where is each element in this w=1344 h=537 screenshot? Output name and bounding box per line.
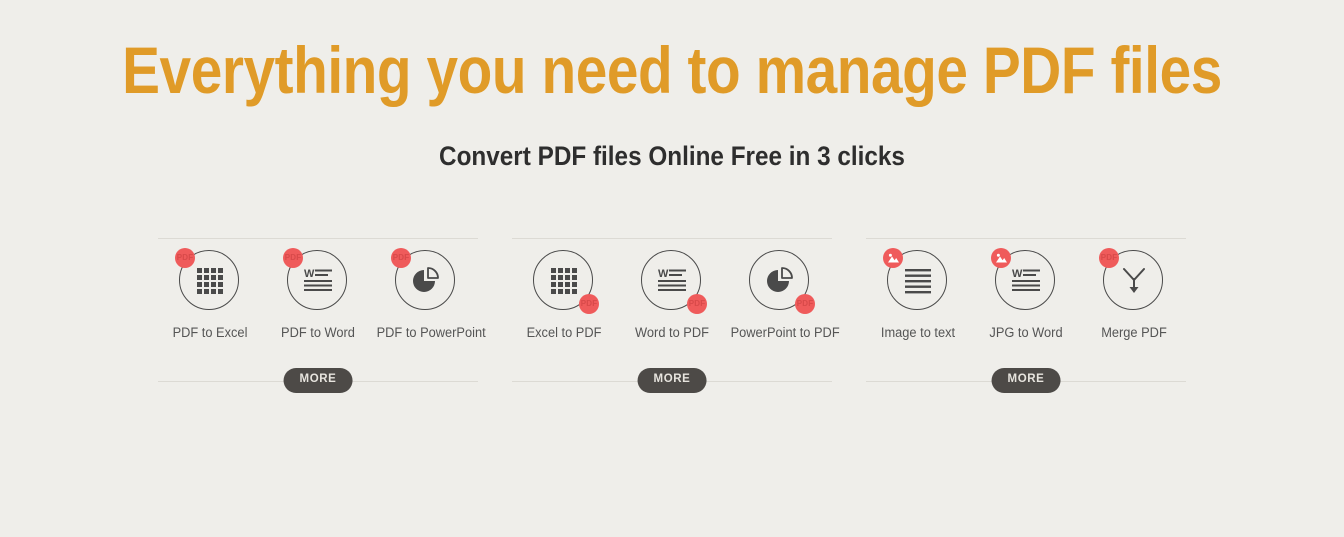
badge-label: PDF [1100,253,1118,262]
tool-icon-circle: W PDF [283,248,349,312]
page-subtitle: Convert PDF files Online Free in 3 click… [439,141,905,172]
tool-icon-circle: W [991,248,1057,312]
svg-text:W: W [658,268,669,280]
image-badge-glyph [887,253,899,262]
svg-text:W: W [304,268,315,280]
tool-tile-label: Word to PDF [635,325,709,340]
pdf-badge-icon: PDF [795,294,815,314]
tool-icon-circle: PDF [175,248,241,312]
tool-tile-jpg-to-word[interactable]: W JPG to Word [974,248,1078,340]
pdf-badge-icon: PDF [175,248,195,268]
tool-tile-label: Merge PDF [1101,325,1167,340]
tool-tile-merge-pdf[interactable]: PDF Merge PDF [1082,248,1186,340]
tool-tile-pdf-to-powerpoint[interactable]: PDF PDF to PowerPoint [374,248,486,340]
tool-icon-circle: PDF [1099,248,1165,312]
tool-tile-label: PDF to PowerPoint [376,325,486,340]
page-title: Everything you need to manage PDF files [122,33,1222,107]
tool-tiles: Image to text W JPG to Word PDF Merge PDF [866,238,1186,340]
tool-tile-word-to-pdf[interactable]: W PDF Word to PDF [620,250,724,340]
pdf-badge-icon: PDF [391,248,411,268]
badge-label: PDF [392,253,410,262]
group-divider-top [158,238,478,239]
tool-group-1: PDF PDF to Excel W PDF PDF to Word PDF PDF to … [158,238,486,393]
page-root: Everything you need to manage PDF files … [0,0,1344,537]
tool-icon-circle [883,248,949,312]
more-button[interactable]: MORE [991,368,1061,393]
image-badge-icon [883,248,903,268]
tool-tile-label: Excel to PDF [526,325,602,340]
tool-tile-label: PDF to Word [281,325,355,340]
pdf-badge-icon: PDF [283,248,303,268]
svg-text:W: W [1012,268,1023,280]
pdf-badge-icon: PDF [1099,248,1119,268]
tool-tiles: PDF PDF to Excel W PDF PDF to Word PDF PDF to … [158,238,486,340]
tool-icon-circle: W PDF [641,250,707,314]
tool-icon-circle: PDF [391,248,457,312]
more-button[interactable]: MORE [283,368,353,393]
tool-tile-excel-to-pdf[interactable]: PDF Excel to PDF [512,250,616,340]
tool-tile-pdf-to-word[interactable]: W PDF PDF to Word [266,248,370,340]
badge-label: PDF [796,299,814,308]
badge-label: PDF [580,299,598,308]
tool-groups: PDF PDF to Excel W PDF PDF to Word PDF PDF to … [0,238,1344,393]
image-badge-icon [991,248,1011,268]
tool-tile-powerpoint-to-pdf[interactable]: PDF PowerPoint to PDF [728,250,840,340]
tool-group-3: Image to text W JPG to Word PDF Merge PDF MOR… [866,238,1186,393]
group-divider-top [866,238,1186,239]
badge-label: PDF [688,299,706,308]
image-badge-glyph [995,253,1007,262]
tool-tile-label: Image to text [880,325,956,340]
more-button[interactable]: MORE [637,368,707,393]
tool-tile-pdf-to-excel[interactable]: PDF PDF to Excel [158,248,262,340]
badge-label: PDF [176,253,194,262]
badge-label: PDF [284,253,302,262]
hero-section: Everything you need to manage PDF files … [0,0,1344,172]
pdf-badge-icon: PDF [687,294,707,314]
tool-tile-label: PDF to Excel [172,325,248,340]
tool-icon-circle: PDF [749,250,815,314]
tool-tile-label: PowerPoint to PDF [730,325,840,340]
tool-tile-label: JPG to Word [989,325,1063,340]
pdf-badge-icon: PDF [579,294,599,314]
tool-icon-circle: PDF [533,250,599,314]
tool-group-2: PDF Excel to PDF W PDF Word to PDF PDF PowerPo… [512,238,840,393]
group-divider-top [512,238,832,239]
tool-tiles: PDF Excel to PDF W PDF Word to PDF PDF PowerPo… [512,238,840,340]
tool-tile-image-to-text[interactable]: Image to text [866,248,970,340]
